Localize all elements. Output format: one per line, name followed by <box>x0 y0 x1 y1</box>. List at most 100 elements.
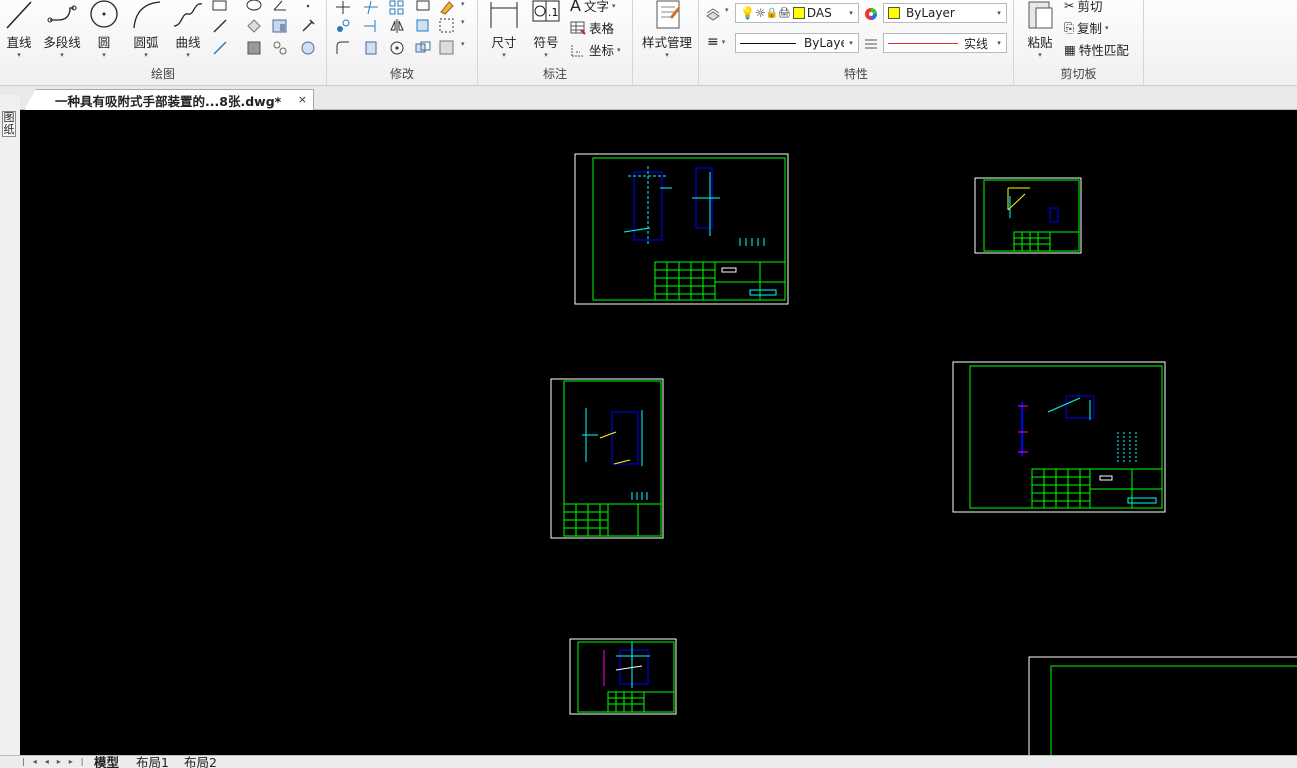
block-icon[interactable] <box>246 40 262 56</box>
drawing-sheet-4[interactable] <box>952 361 1166 513</box>
text-icon: A <box>570 0 581 15</box>
dimension-button[interactable]: 尺寸 ▾ <box>486 0 522 59</box>
tab-layout1[interactable]: 布局1 <box>136 756 169 768</box>
drawing-sheet-3[interactable] <box>550 378 664 539</box>
clipboard-panel-title: 剪切板 <box>1060 67 1097 81</box>
copy-icon: ⎘ <box>1064 19 1075 35</box>
copy-object-icon[interactable] <box>335 18 351 34</box>
scissors-icon: ✂ <box>1064 0 1075 13</box>
polyline-button[interactable]: 多段线 ▾ <box>40 0 84 59</box>
layer-combo[interactable]: 💡 ☼ 🔒 🖨 DAS ▾ <box>735 3 859 23</box>
document-tab-title: 一种具有吸附式手部装置的...8张.dwg* <box>55 93 282 109</box>
explode-icon[interactable] <box>439 40 455 56</box>
line-button[interactable]: 直线 ▾ <box>2 0 36 59</box>
layer-tools-dropdown[interactable]: ▾ <box>725 6 729 14</box>
ray-icon[interactable] <box>212 40 228 56</box>
offset-icon[interactable] <box>415 18 431 34</box>
drawing-sheet-2[interactable] <box>974 177 1082 254</box>
style-manager-button[interactable]: 样式管理 ▾ <box>638 0 696 59</box>
lock-icon: 🔒 <box>765 7 779 19</box>
text-button[interactable]: A 文字 ▾ <box>570 0 615 15</box>
ellipse-icon[interactable] <box>246 0 262 16</box>
modify-more-dropdown-2[interactable]: ▾ <box>461 18 465 26</box>
paste-icon <box>1028 1 1053 29</box>
lineweight-combo[interactable]: 实线 ▾ <box>883 33 1007 53</box>
annotate-panel: 尺寸 ▾ .1 符号 ▾ A 文字 ▾ 表格 坐标 ▾ 标注 <box>478 0 633 86</box>
table-button[interactable]: 表格 <box>570 18 614 37</box>
angle-icon[interactable] <box>272 0 288 16</box>
drawing-canvas[interactable] <box>20 110 1297 755</box>
symbol-icon: .1 <box>532 0 560 22</box>
lineweight-sample <box>888 42 958 44</box>
paste-button[interactable]: 粘贴 ▾ <box>1022 0 1058 59</box>
line-icon <box>6 1 32 29</box>
lineweight-icon[interactable] <box>863 36 879 52</box>
extend-icon[interactable] <box>363 18 379 34</box>
fillet-icon[interactable] <box>335 40 351 56</box>
cut-button[interactable]: ✂ 剪切 <box>1064 0 1103 15</box>
rotate-icon[interactable] <box>389 40 405 56</box>
draw-panel-title: 绘图 <box>150 67 175 81</box>
brush-icon: ▦ <box>1064 42 1076 57</box>
svg-text:.1: .1 <box>548 6 559 19</box>
trim-icon[interactable] <box>363 0 379 16</box>
coordinate-icon <box>571 43 584 56</box>
eraser-icon[interactable] <box>439 0 455 16</box>
layout-nav-arrows[interactable]: |◂◂▸▸| <box>22 757 91 766</box>
chevron-down-icon: ▾ <box>186 51 190 59</box>
arc-button[interactable]: 圆弧 ▾ <box>128 0 164 59</box>
modify-more-dropdown-3[interactable]: ▾ <box>461 40 465 48</box>
array-icon[interactable] <box>389 0 405 16</box>
symbol-button[interactable]: .1 符号 ▾ <box>528 0 564 59</box>
pick-icon[interactable] <box>300 18 316 34</box>
curve-icon <box>173 3 203 27</box>
tab-layout2[interactable]: 布局2 <box>184 756 217 768</box>
layer-color-swatch <box>792 7 805 19</box>
drawing-sheet-6[interactable] <box>1028 656 1297 755</box>
mirror-icon[interactable] <box>389 18 405 34</box>
style-manager-icon <box>656 0 681 29</box>
curve-button[interactable]: 曲线 ▾ <box>170 0 206 59</box>
scale-icon[interactable] <box>439 18 455 34</box>
draw-panel: 直线 ▾ 多段线 ▾ 圆 ▾ 圆弧 ▾ 曲线 ▾ 绘图 <box>0 0 327 86</box>
color-wheel-icon[interactable] <box>863 6 879 22</box>
chevron-down-icon: ▾ <box>544 51 548 59</box>
break-icon[interactable] <box>363 40 379 56</box>
tab-model[interactable]: 模型 <box>94 756 119 768</box>
rectangle-icon[interactable] <box>212 0 228 16</box>
linetype-combo[interactable]: ByLayer ▾ <box>735 33 859 53</box>
modify-more-dropdown[interactable]: ▾ <box>461 0 465 8</box>
color-combo[interactable]: ByLayer ▾ <box>883 3 1007 23</box>
layer-properties-icon[interactable] <box>705 6 721 22</box>
modify-panel: ▾ ▾ ▾ 修改 <box>327 0 478 86</box>
stretch-icon[interactable] <box>415 0 431 16</box>
color-swatch <box>888 7 900 19</box>
close-icon[interactable]: × <box>298 93 307 106</box>
lightbulb-icon: 💡 <box>740 6 755 20</box>
properties-panel-title: 特性 <box>843 67 868 81</box>
drawings-side-tab[interactable]: 图纸 <box>2 111 16 137</box>
group-icon[interactable] <box>272 40 288 56</box>
move-icon[interactable] <box>335 0 351 16</box>
chevron-down-icon: ▾ <box>665 51 669 59</box>
lines-icon: ≡ <box>707 34 719 50</box>
region-icon[interactable] <box>246 18 262 34</box>
chevron-down-icon: ▾ <box>849 39 853 47</box>
construction-line-icon[interactable] <box>212 18 228 34</box>
chevron-down-icon: ▾ <box>997 39 1001 47</box>
linetype-menu[interactable]: ≡ ▾ <box>707 34 725 50</box>
circle-button[interactable]: 圆 ▾ <box>88 0 120 59</box>
hatch-icon[interactable] <box>272 18 288 34</box>
match-properties-button[interactable]: ▦ 特性匹配 <box>1064 40 1129 59</box>
chevron-down-icon: ▾ <box>60 51 64 59</box>
annotate-panel-title: 标注 <box>542 67 567 81</box>
point-icon[interactable] <box>300 0 316 16</box>
copy-button[interactable]: ⎘ 复制 ▾ <box>1064 18 1109 37</box>
drawing-sheet-1[interactable] <box>574 153 789 305</box>
join-icon[interactable] <box>415 40 431 56</box>
coordinate-button[interactable]: 坐标 ▾ <box>570 40 621 59</box>
model-space <box>550 153 1297 755</box>
wipeout-icon[interactable] <box>300 40 316 56</box>
document-tab[interactable]: 一种具有吸附式手部装置的...8张.dwg* × <box>24 89 314 110</box>
drawing-sheet-5[interactable] <box>569 638 677 715</box>
